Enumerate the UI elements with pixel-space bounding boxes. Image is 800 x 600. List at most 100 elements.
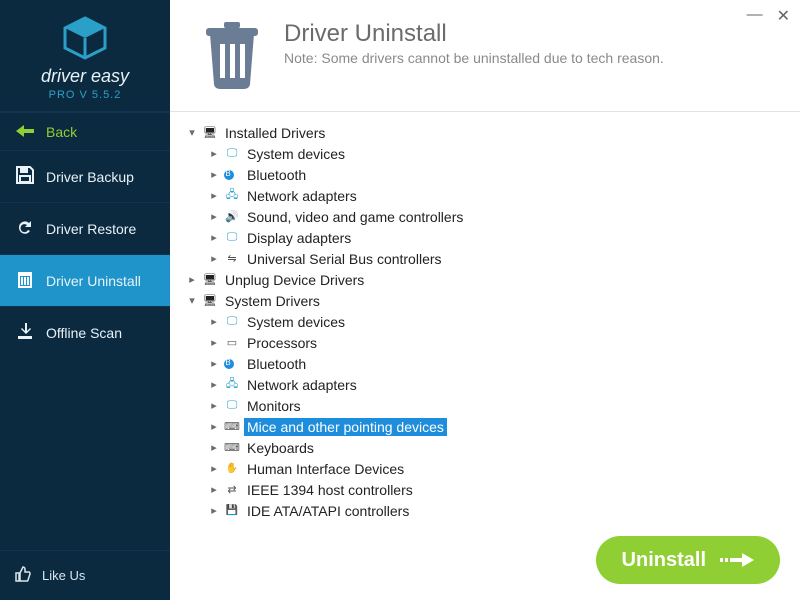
net-icon xyxy=(224,378,240,392)
tree-node[interactable]: ▸ Universal Serial Bus controllers xyxy=(186,248,784,269)
caret-right-icon[interactable]: ▸ xyxy=(208,231,220,244)
nav-driver-restore[interactable]: Driver Restore xyxy=(0,202,170,254)
tree-node[interactable]: ▸ Bluetooth xyxy=(186,353,784,374)
ide-icon xyxy=(224,504,240,518)
tree-node[interactable]: ▸ System devices xyxy=(186,311,784,332)
caret-right-icon[interactable]: ▸ xyxy=(208,441,220,454)
trash-hero-icon xyxy=(200,20,264,95)
tree-node-label: Human Interface Devices xyxy=(244,460,407,478)
logo-area: driver easy PRO V 5.5.2 xyxy=(0,0,170,112)
page-note: Note: Some drivers cannot be uninstalled… xyxy=(284,50,664,66)
nav-label: Driver Uninstall xyxy=(46,273,141,289)
tree-node[interactable]: ▸ Network adapters xyxy=(186,374,784,395)
tree-node[interactable]: ▸ Display adapters xyxy=(186,227,784,248)
tree-node[interactable]: ▸System devices xyxy=(186,143,784,164)
thumbs-up-icon xyxy=(14,565,32,586)
disp-icon xyxy=(224,399,240,413)
caret-right-icon[interactable]: ▸ xyxy=(208,399,220,412)
brand-version: PRO V 5.5.2 xyxy=(0,89,170,101)
nav-driver-backup[interactable]: Driver Backup xyxy=(0,150,170,202)
caret-right-icon[interactable]: ▸ xyxy=(208,420,220,433)
tree-node-label: IDE ATA/ATAPI controllers xyxy=(244,502,412,520)
tree-node-label: Network adapters xyxy=(244,376,360,394)
footer: Uninstall xyxy=(170,520,800,600)
caret-right-icon[interactable]: ▸ xyxy=(208,210,220,223)
sidebar-spacer xyxy=(0,358,170,550)
main-pane: — ✕ Driver Uninstall Note: Some drivers … xyxy=(170,0,800,600)
tree-node-label: Bluetooth xyxy=(244,355,309,373)
disp-icon xyxy=(224,231,240,245)
tree-node[interactable]: ▸ Bluetooth xyxy=(186,164,784,185)
nav-label: Driver Backup xyxy=(46,169,134,185)
tree-node[interactable]: ▸ IEEE 1394 host controllers xyxy=(186,479,784,500)
like-us-label: Like Us xyxy=(42,568,85,583)
page-header: Driver Uninstall Note: Some drivers cann… xyxy=(170,0,800,112)
tree-scroll[interactable]: ▾Installed Drivers▸System devices▸Blueto… xyxy=(170,112,800,520)
caret-right-icon[interactable]: ▸ xyxy=(208,336,220,349)
tree-node-label: Bluetooth xyxy=(244,166,309,184)
bt-icon xyxy=(224,168,240,182)
computer-icon xyxy=(202,294,218,308)
kbd-icon xyxy=(224,441,240,455)
nav-back[interactable]: Back xyxy=(0,112,170,150)
tree-node[interactable]: ▸Unplug Device Drivers xyxy=(186,269,784,290)
nav-offline-scan[interactable]: Offline Scan xyxy=(0,306,170,358)
tree-node[interactable]: ▸ IDE ATA/ATAPI controllers xyxy=(186,500,784,520)
caret-right-icon[interactable]: ▸ xyxy=(208,462,220,475)
tree-node[interactable]: ▸ Network adapters xyxy=(186,185,784,206)
nav-driver-uninstall[interactable]: Driver Uninstall xyxy=(0,254,170,306)
usb-icon xyxy=(224,252,240,266)
nav-back-label: Back xyxy=(46,124,77,140)
close-button[interactable]: ✕ xyxy=(777,6,790,26)
tree-node-label: System devices xyxy=(244,313,348,331)
caret-right-icon[interactable]: ▸ xyxy=(208,315,220,328)
device-tree: ▾Installed Drivers▸System devices▸Blueto… xyxy=(170,112,800,520)
like-us[interactable]: Like Us xyxy=(0,550,170,600)
monitor-icon xyxy=(224,315,240,329)
brand-name: driver easy xyxy=(0,66,170,87)
caret-right-icon[interactable]: ▸ xyxy=(208,147,220,160)
caret-right-icon[interactable]: ▸ xyxy=(208,357,220,370)
tree-node-label: Network adapters xyxy=(244,187,360,205)
caret-right-icon[interactable]: ▸ xyxy=(208,252,220,265)
minimize-button[interactable]: — xyxy=(747,6,763,26)
tree-node-label: Installed Drivers xyxy=(222,124,328,142)
caret-right-icon[interactable]: ▸ xyxy=(208,189,220,202)
tree-node[interactable]: ▸ Keyboards xyxy=(186,437,784,458)
tree-node-label: Processors xyxy=(244,334,320,352)
uninstall-button[interactable]: Uninstall xyxy=(596,536,780,584)
cpu-icon xyxy=(224,336,240,350)
caret-right-icon[interactable]: ▸ xyxy=(208,378,220,391)
caret-right-icon[interactable]: ▸ xyxy=(186,273,198,286)
tree-node[interactable]: ▾ System Drivers xyxy=(186,290,784,311)
tree-node-label: Mice and other pointing devices xyxy=(244,418,447,436)
tree-node[interactable]: ▸ Sound, video and game controllers xyxy=(186,206,784,227)
tree-node[interactable]: ▾ Installed Drivers xyxy=(186,122,784,143)
tree-node[interactable]: ▸Monitors xyxy=(186,395,784,416)
tree-node-label: System Drivers xyxy=(222,292,323,310)
tree-node-label: Sound, video and game controllers xyxy=(244,208,466,226)
tree-node-label: Universal Serial Bus controllers xyxy=(244,250,445,268)
caret-right-icon[interactable]: ▸ xyxy=(208,504,220,517)
tree-node[interactable]: ▸ Processors xyxy=(186,332,784,353)
caret-down-icon[interactable]: ▾ xyxy=(186,126,198,139)
header-text: Driver Uninstall Note: Some drivers cann… xyxy=(284,20,664,95)
tree-node[interactable]: ▸ Human Interface Devices xyxy=(186,458,784,479)
tree-node-label: Keyboards xyxy=(244,439,317,457)
net-icon xyxy=(224,189,240,203)
tree-node[interactable]: ▸ Mice and other pointing devices xyxy=(186,416,784,437)
caret-right-icon[interactable]: ▸ xyxy=(208,168,220,181)
caret-right-icon[interactable]: ▸ xyxy=(208,483,220,496)
page-title: Driver Uninstall xyxy=(284,20,664,48)
caret-down-icon[interactable]: ▾ xyxy=(186,294,198,307)
sound-icon xyxy=(224,210,240,224)
sidebar: driver easy PRO V 5.5.2 Back Driver Back… xyxy=(0,0,170,600)
tree-node-label: Display adapters xyxy=(244,229,354,247)
hid-icon xyxy=(224,462,240,476)
window-controls: — ✕ xyxy=(747,6,790,26)
trash-icon xyxy=(14,269,36,292)
computer-icon xyxy=(202,126,218,140)
logo-icon xyxy=(61,16,109,60)
1394-icon xyxy=(224,483,240,497)
tree-node-label: IEEE 1394 host controllers xyxy=(244,481,416,499)
